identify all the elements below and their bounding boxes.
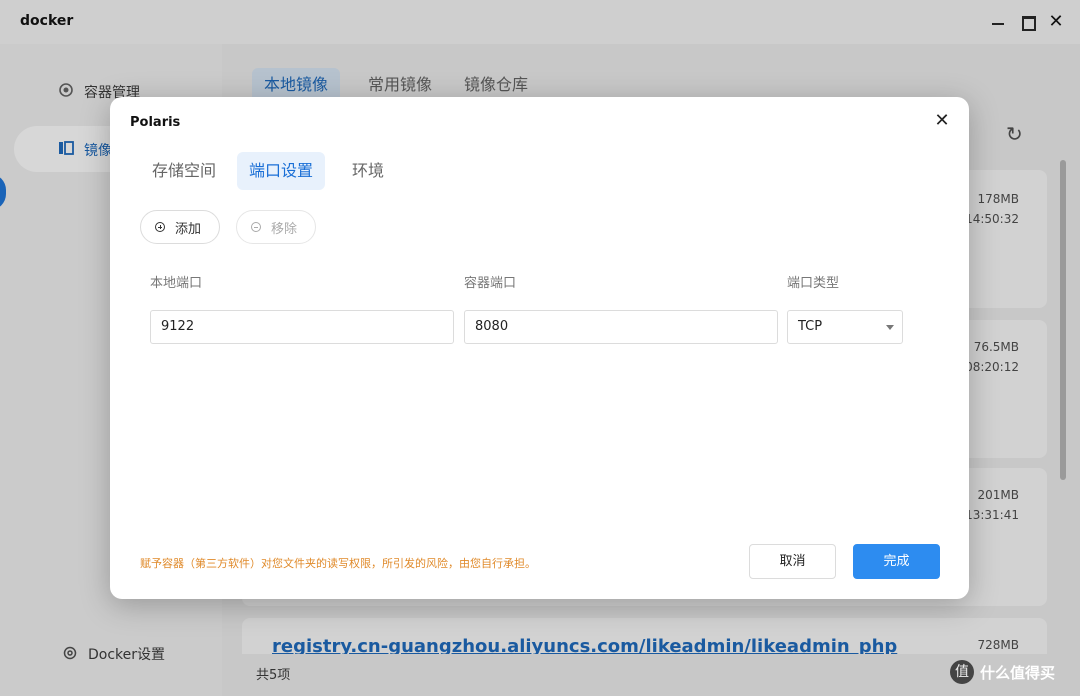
app-title: docker — [20, 13, 74, 29]
image-size: 201MB — [977, 488, 1020, 502]
port-type-select[interactable]: TCP — [787, 310, 903, 344]
close-icon[interactable]: ✕ — [932, 111, 952, 131]
container-icon — [59, 83, 73, 97]
watermark: 值 什么值得买 — [950, 660, 1055, 684]
watermark-text: 什么值得买 — [980, 663, 1056, 682]
cancel-button[interactable]: 取消 — [749, 544, 836, 579]
refresh-icon[interactable]: ↻ — [1006, 122, 1023, 146]
image-size: 76.5MB — [973, 340, 1019, 354]
add-button-label: 添加 — [175, 221, 202, 237]
tab-port-settings[interactable]: 端口设置 — [237, 152, 326, 190]
image-time: 13:31:41 — [965, 508, 1019, 522]
add-button[interactable]: 添加 — [140, 210, 220, 244]
active-indicator — [0, 174, 6, 210]
minimize-icon[interactable] — [988, 12, 1008, 32]
image-icon — [59, 141, 74, 155]
close-icon[interactable]: ✕ — [1046, 12, 1066, 32]
image-time: 14:50:32 — [965, 212, 1019, 226]
tab-storage[interactable]: 存储空间 — [140, 152, 228, 190]
port-type-label: 端口类型 — [787, 276, 840, 291]
port-type-value: TCP — [798, 319, 823, 334]
maximize-icon[interactable] — [1018, 12, 1038, 32]
watermark-logo: 值 — [950, 660, 974, 684]
sidebar-item-docker-settings[interactable]: Docker设置 — [14, 630, 214, 676]
remove-button-label: 移除 — [271, 221, 298, 237]
scrollbar[interactable] — [1060, 160, 1066, 480]
remove-button[interactable]: 移除 — [236, 210, 316, 244]
image-size: 728MB — [977, 638, 1020, 652]
port-settings-dialog: Polaris ✕ 存储空间 端口设置 环境 添加 移除 本地端口 容器端口 端… — [110, 97, 969, 599]
container-port-input[interactable]: 8080 — [464, 310, 778, 344]
tab-environment[interactable]: 环境 — [340, 152, 396, 190]
confirm-button[interactable]: 完成 — [853, 544, 940, 579]
minus-circle-icon — [251, 222, 261, 232]
container-port-label: 容器端口 — [464, 276, 517, 291]
plus-circle-icon — [155, 222, 165, 232]
dialog-title: Polaris — [130, 115, 181, 130]
gear-icon — [63, 646, 77, 660]
title-bar: docker ✕ — [0, 0, 1080, 44]
local-port-label: 本地端口 — [150, 276, 203, 291]
chevron-down-icon — [886, 325, 894, 330]
item-count: 共5项 — [256, 668, 291, 683]
local-port-input[interactable]: 9122 — [150, 310, 454, 344]
image-size: 178MB — [977, 192, 1020, 206]
image-time: 08:20:12 — [965, 360, 1019, 374]
sidebar-item-label: Docker设置 — [88, 647, 166, 663]
risk-warning: 赋予容器（第三方软件）对您文件夹的读写权限，所引发的风险，由您自行承担。 — [140, 557, 536, 570]
sidebar-item-label: 镜像 — [84, 143, 112, 159]
